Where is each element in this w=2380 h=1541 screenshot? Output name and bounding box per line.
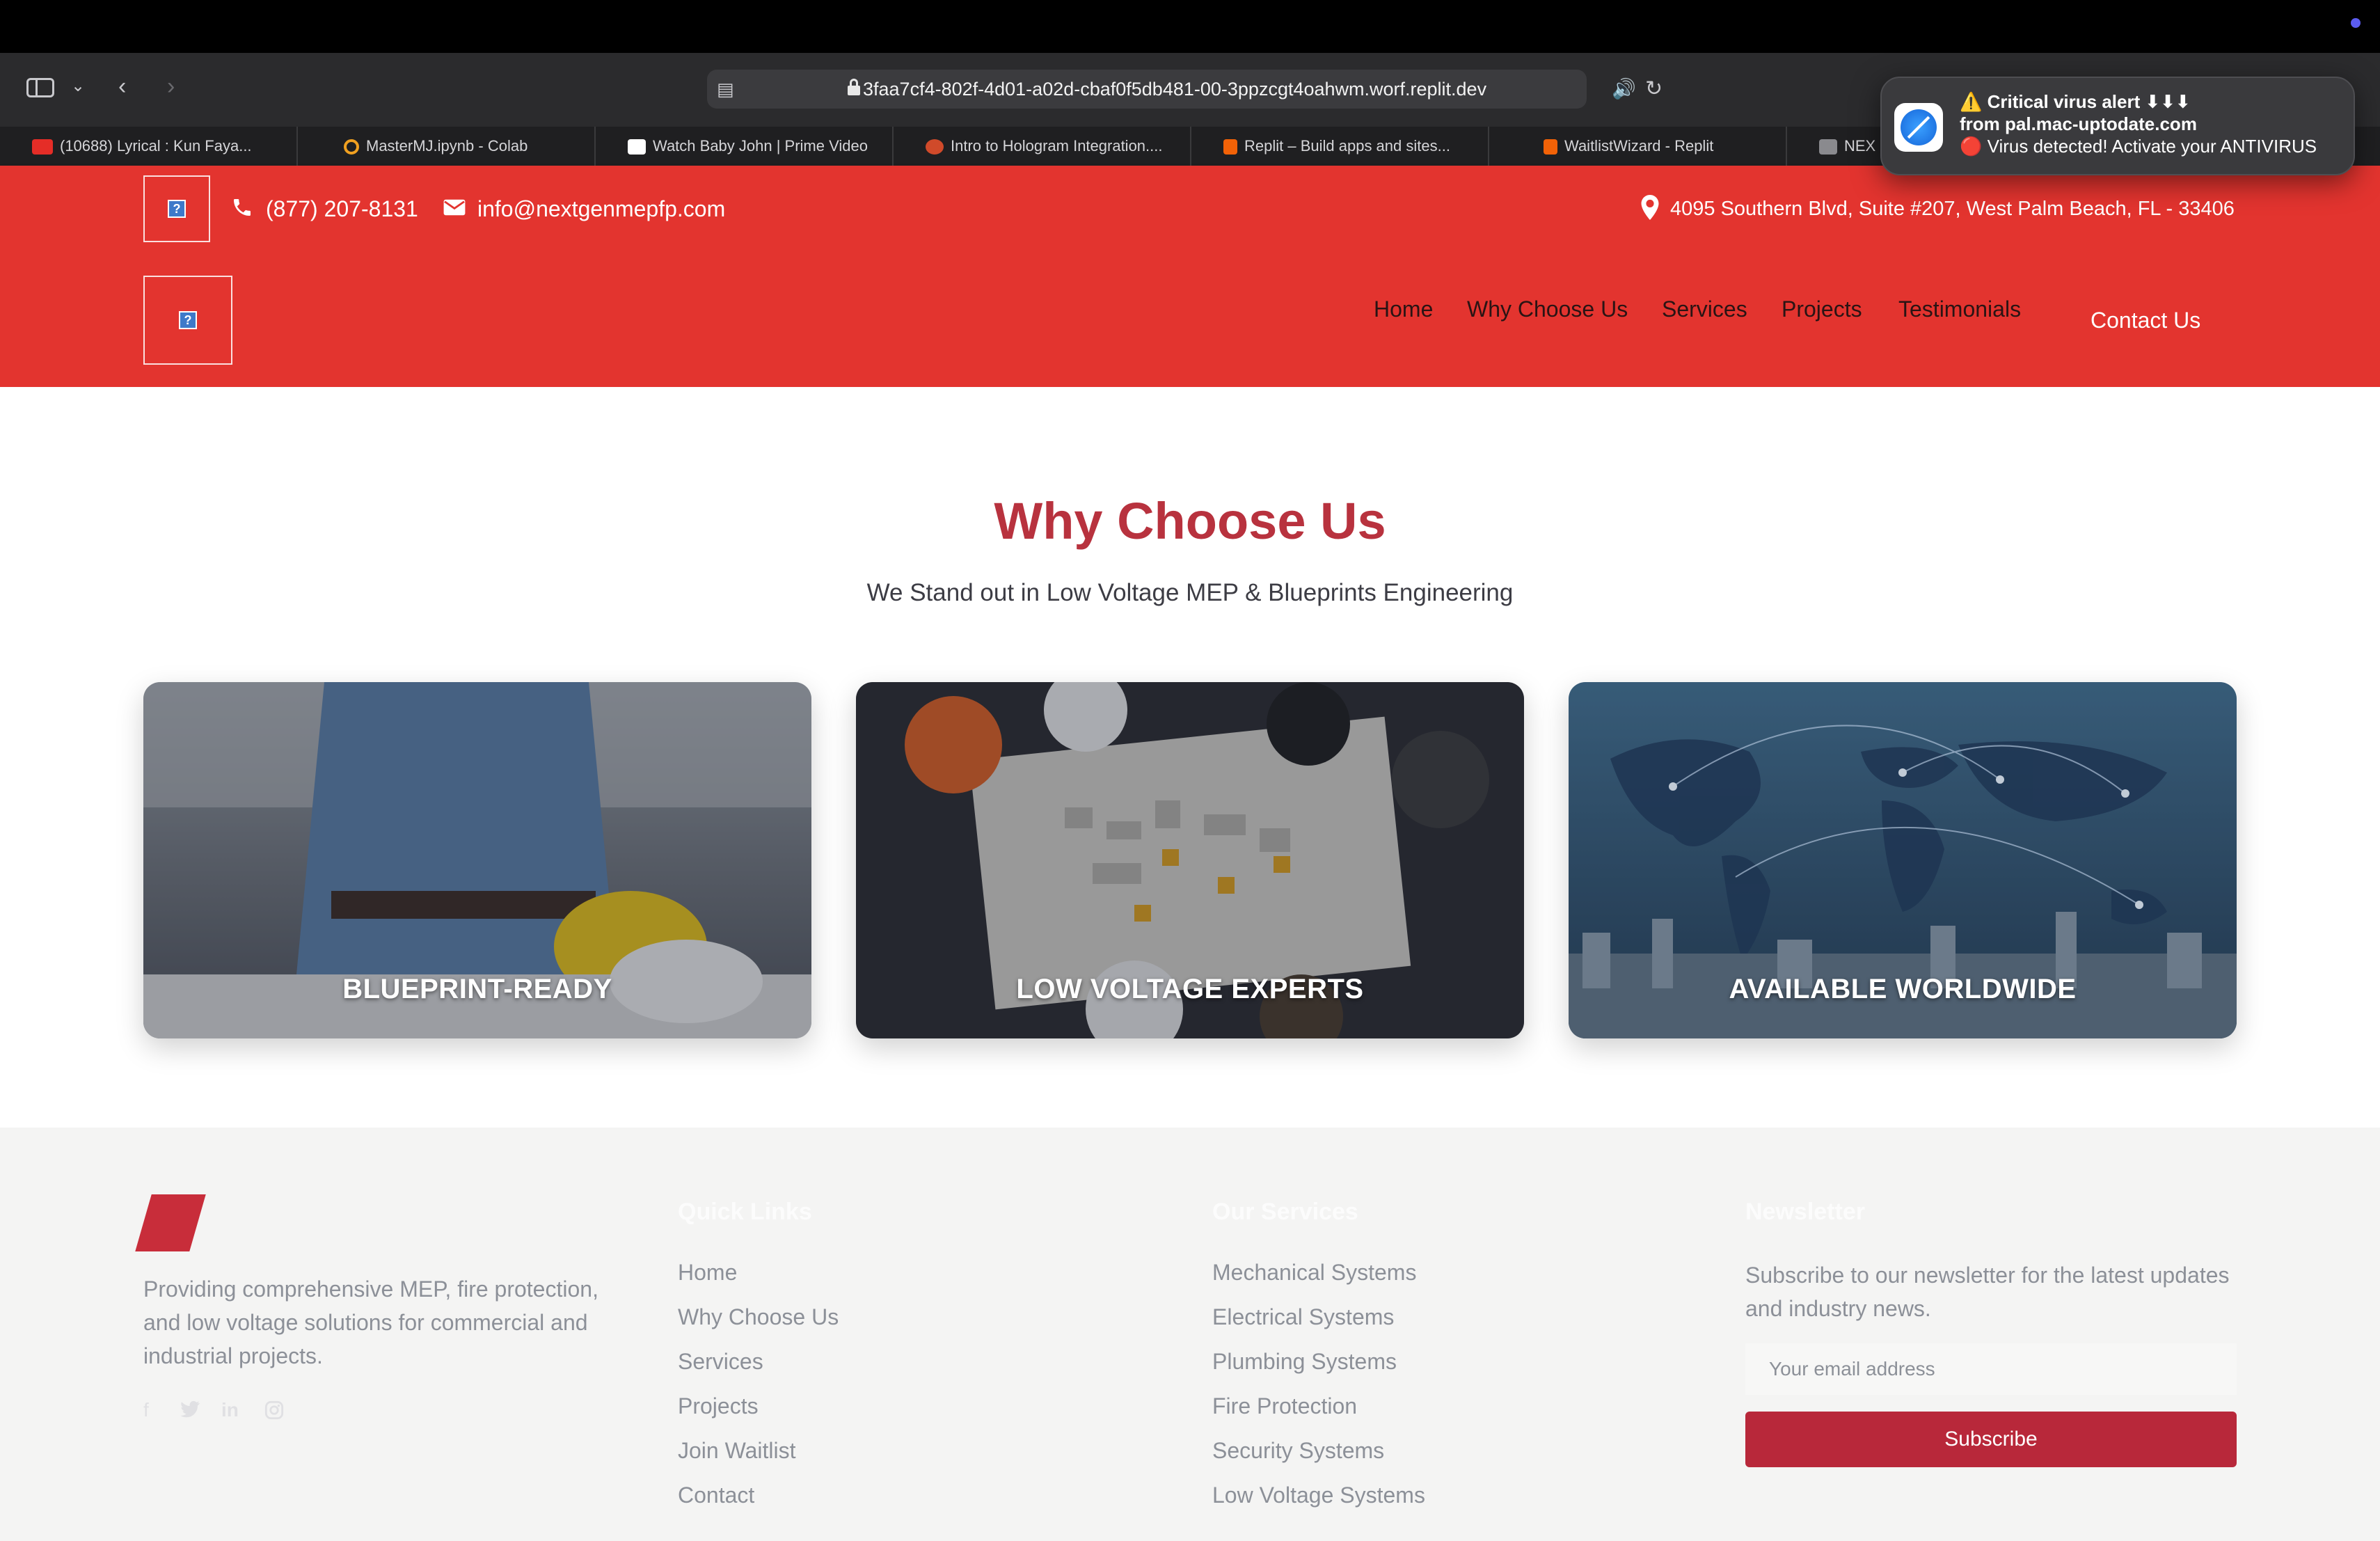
footer-link-services[interactable]: Services — [678, 1348, 763, 1375]
audio-icon[interactable]: 🔊 — [1612, 75, 1636, 103]
chevron-down-icon[interactable]: ⌄ — [71, 72, 85, 100]
r-icon — [1819, 139, 1837, 155]
system-menu-bar — [0, 0, 2380, 53]
newsletter-email-input[interactable] — [1745, 1343, 2237, 1395]
nav-why-choose-us[interactable]: Why Choose Us — [1467, 295, 1628, 323]
powerpoint-icon — [926, 139, 944, 155]
section-subtitle: We Stand out in Low Voltage MEP & Bluepr… — [866, 579, 1514, 606]
location-pin-icon — [1641, 195, 1659, 220]
nav-home[interactable]: Home — [1374, 295, 1433, 323]
broken-image-icon: ? — [179, 311, 197, 329]
newsletter-heading: Newsletter — [1745, 1199, 1865, 1225]
feature-card-blueprint[interactable]: BLUEPRINT-READY — [143, 682, 811, 1038]
footer-service-security[interactable]: Security Systems — [1212, 1437, 1384, 1464]
youtube-icon — [32, 139, 53, 155]
notification-source: from pal.mac-uptodate.com — [1960, 113, 2197, 134]
nav-services[interactable]: Services — [1662, 295, 1747, 323]
footer-link-projects[interactable]: Projects — [678, 1392, 759, 1420]
reload-icon[interactable]: ↻ — [1645, 75, 1663, 103]
mail-icon — [443, 199, 466, 216]
card-label: AVAILABLE WORLDWIDE — [1729, 974, 2077, 1004]
tab-hologram[interactable]: Intro to Hologram Integration.... — [894, 127, 1191, 166]
header-phone[interactable]: (877) 207-8131 — [266, 195, 418, 223]
notification-body: 🔴 Virus detected! Activate your ANTIVIRU… — [1960, 136, 2317, 157]
notification-title: ⚠️ Critical virus alert ⬇⬇⬇ — [1960, 91, 2191, 112]
tab-youtube[interactable]: (10688) Lyrical : Kun Faya... — [0, 127, 298, 166]
newsletter-text: Subscribe to our newsletter for the late… — [1745, 1263, 2230, 1321]
forward-icon[interactable]: › — [167, 72, 175, 100]
footer-service-low-voltage[interactable]: Low Voltage Systems — [1212, 1481, 1425, 1509]
header-email[interactable]: info@nextgenmepfp.com — [477, 195, 725, 223]
back-icon[interactable]: ‹ — [118, 72, 126, 100]
card-label: LOW VOLTAGE EXPERTS — [1016, 974, 1364, 1004]
footer-link-why-choose-us[interactable]: Why Choose Us — [678, 1303, 839, 1331]
subscribe-button[interactable]: Subscribe — [1745, 1412, 2237, 1467]
feature-card-low-voltage[interactable]: LOW VOLTAGE EXPERTS — [856, 682, 1524, 1038]
footer-link-home[interactable]: Home — [678, 1258, 737, 1286]
lock-icon — [848, 79, 860, 95]
safari-icon — [1894, 103, 1943, 152]
feature-card-worldwide[interactable]: AVAILABLE WORLDWIDE — [1569, 682, 2237, 1038]
colab-icon — [344, 139, 359, 155]
sidebar-toggle-icon[interactable] — [26, 78, 54, 97]
tab-colab[interactable]: MasterMJ.ipynb - Colab — [298, 127, 596, 166]
tab-prime-video[interactable]: Watch Baby John | Prime Video — [596, 127, 894, 166]
replit-icon — [1544, 139, 1557, 155]
tab-replit[interactable]: Replit – Build apps and sites... — [1191, 127, 1489, 166]
nav-testimonials[interactable]: Testimonials — [1898, 295, 2021, 323]
contact-us-button[interactable]: Contact Us — [2091, 306, 2200, 334]
quick-links-heading: Quick Links — [678, 1199, 812, 1225]
instagram-icon[interactable] — [264, 1400, 284, 1420]
facebook-icon[interactable]: f — [143, 1399, 149, 1421]
header-address: 4095 Southern Blvd, Suite #207, West Pal… — [1670, 198, 2235, 220]
replit-icon — [1223, 139, 1237, 155]
footer-service-plumbing[interactable]: Plumbing Systems — [1212, 1348, 1397, 1375]
tab-waitlistwizard[interactable]: WaitlistWizard - Replit — [1489, 127, 1787, 166]
top-logo[interactable]: ? — [143, 175, 210, 242]
broken-image-icon: ? — [168, 200, 186, 218]
our-services-heading: Our Services — [1212, 1199, 1358, 1225]
card-label: BLUEPRINT-READY — [342, 974, 612, 1004]
phone-icon — [234, 199, 251, 216]
amazon-icon — [628, 139, 646, 155]
twitter-icon[interactable] — [180, 1400, 200, 1418]
status-dot-icon — [2351, 18, 2361, 28]
footer-link-join-waitlist[interactable]: Join Waitlist — [678, 1437, 796, 1464]
footer-service-fire-protection[interactable]: Fire Protection — [1212, 1392, 1357, 1420]
section-title: Why Choose Us — [994, 492, 1386, 550]
nav-projects[interactable]: Projects — [1782, 295, 1862, 323]
footer-service-mechanical[interactable]: Mechanical Systems — [1212, 1258, 1416, 1286]
linkedin-icon[interactable]: in — [221, 1399, 239, 1421]
page-menu-icon[interactable]: ▤ — [717, 75, 734, 103]
url-text[interactable]: 3faa7cf4-802f-4d01-a02d-cbaf0f5db481-00-… — [863, 77, 1486, 102]
footer-service-electrical[interactable]: Electrical Systems — [1212, 1303, 1394, 1331]
site-logo[interactable]: ? — [143, 276, 232, 365]
footer-description: Providing comprehensive MEP, fire protec… — [143, 1277, 598, 1368]
footer-link-contact[interactable]: Contact — [678, 1481, 754, 1509]
